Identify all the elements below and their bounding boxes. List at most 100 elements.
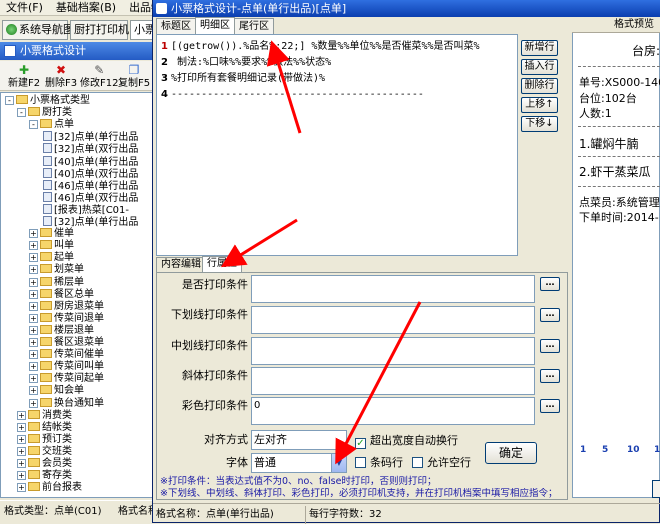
barcode-row-checkbox[interactable]: 条码行 [355,456,403,469]
tree-folder[interactable]: + 换台通知单 [29,397,104,410]
tree-folder[interactable]: + 消费类 [17,409,72,422]
tree-folder[interactable]: - 小票格式类型 [5,95,90,107]
tree-leaf[interactable]: [32]点单(单行出品 [43,131,138,143]
collapse-icon[interactable]: - [29,120,38,130]
tree-leaf[interactable]: [报表]热菜[C01- [43,203,129,216]
tree-folder[interactable]: + 前台报表 [17,482,82,494]
chevron-down-icon[interactable]: ▼ [331,454,346,472]
ok-button[interactable]: 确定 [485,442,537,464]
tree-leaf[interactable]: [46]点单(单行出品 [43,179,138,192]
tree-folder[interactable]: - 厨打类 [17,107,72,119]
menu-base-files[interactable]: 基础档案(B) [50,0,123,15]
tree-folder[interactable]: + 催单 [29,228,74,240]
expand-icon[interactable]: + [29,241,38,251]
move-up-button[interactable]: 上移↑ [521,97,558,113]
collapse-icon[interactable]: - [5,96,14,105]
tree-folder[interactable]: + 结帐类 [17,421,72,434]
expand-icon[interactable]: + [29,301,38,311]
print-condition-input[interactable] [251,275,535,303]
print-condition-more-button[interactable]: … [540,277,560,291]
editor-line[interactable]: 4 ---------------------------------------… [161,87,516,103]
tree-folder[interactable]: + 楼层退单 [29,324,94,337]
new-button[interactable]: ✚ 新建F2 [8,63,40,89]
tree-leaf[interactable]: [32]点单(双行出品 [43,143,138,155]
expand-icon[interactable]: + [17,446,26,456]
tab-row-properties[interactable]: 行属性 [202,256,242,273]
allow-empty-row-checkbox[interactable]: 允许空行 [412,456,471,469]
insert-row-button[interactable]: 插入行 [521,59,558,75]
expand-icon[interactable]: + [17,410,26,420]
color-condition-input[interactable]: 0 [251,397,535,425]
tab-content-edit[interactable]: 内容编辑 [156,257,206,273]
tree-folder[interactable]: + 叫单 [29,240,74,252]
add-row-button[interactable]: 新增行 [521,40,558,56]
expand-icon[interactable]: + [29,398,38,408]
tab-header-area[interactable]: 标题区 [156,18,196,35]
align-select[interactable]: 左对齐 [251,430,347,450]
delete-row-button[interactable]: 删除行 [521,78,558,94]
tree-folder[interactable]: + 传菜间催单 [29,349,104,361]
tree-folder[interactable]: + 起单 [29,252,74,264]
expand-icon[interactable]: + [29,265,38,275]
strikethrough-condition-more-button[interactable]: … [540,339,560,353]
tree-folder[interactable]: + 知会单 [29,385,84,397]
tree-folder[interactable]: + 交班类 [17,445,72,458]
tab-kitchen-printer[interactable]: 厨打打印机 [70,20,129,40]
strikethrough-condition-input[interactable] [251,337,535,365]
tree-folder[interactable]: + 餐区总单 [29,288,94,301]
expand-icon[interactable]: + [29,253,38,263]
expand-icon[interactable]: + [29,386,38,396]
tree-folder[interactable]: + 传菜间叫单 [29,361,104,373]
editor-line[interactable]: 3 %打印所有套餐明细记录(带做法)% [161,71,516,87]
tree-folder[interactable]: + 稀层单 [29,276,84,289]
italic-condition-more-button[interactable]: … [540,369,560,383]
font-select[interactable]: 普通 ▼ [251,453,347,473]
delete-button[interactable]: ✖ 删除F3 [45,63,77,89]
expand-icon[interactable]: + [29,313,38,323]
underline-condition-input[interactable] [251,306,535,334]
tree-leaf[interactable]: [40]点单(双行出品 [43,167,138,180]
tree-folder[interactable]: + 预订类 [17,433,72,446]
tree-leaf[interactable]: [46]点单(双行出品 [43,191,138,204]
editor-line[interactable]: 1 [(getrow()).%品名%;22;] %数量%%单位%%是否催菜%%是否… [161,39,516,55]
edit-button[interactable]: ✎ 修改F12 [80,63,118,89]
tree-folder[interactable]: + 划菜单 [29,264,84,276]
expand-icon[interactable]: + [29,338,38,347]
tree-leaf[interactable]: [40]点单(单行出品 [43,155,138,168]
tree-folder[interactable]: + 会员类 [17,458,72,470]
tab-detail-area[interactable]: 明细区 [195,17,235,35]
expand-icon[interactable]: + [29,325,38,335]
expand-icon[interactable]: + [29,277,38,287]
tab-footer-area[interactable]: 尾行区 [234,18,274,35]
menu-file[interactable]: 文件(F) [0,0,50,15]
expand-icon[interactable]: + [17,459,26,468]
tree-folder[interactable]: + 传菜间退单 [29,312,104,325]
tree-folder[interactable]: + 餐区退菜单 [29,337,104,349]
tree-folder[interactable]: + 厨房退菜单 [29,300,104,313]
tree-folder[interactable]: - 点单 [29,119,74,131]
tab-system-nav[interactable]: 系统导航图 [2,20,74,40]
expand-icon[interactable]: + [17,483,26,493]
expand-icon[interactable]: + [17,471,26,481]
preview-scroll-button[interactable] [652,480,660,498]
collapse-icon[interactable]: - [17,108,26,118]
tree-folder[interactable]: + 传菜间起单 [29,373,104,385]
tree-leaf[interactable]: [32]点单(单行出品 [43,216,138,228]
color-condition-more-button[interactable]: … [540,399,560,413]
expand-icon[interactable]: + [29,289,38,299]
auto-wrap-checkbox[interactable]: ✓ 超出宽度自动换行 [355,434,458,449]
underline-condition-more-button[interactable]: … [540,308,560,322]
italic-condition-input[interactable] [251,367,535,395]
editor-line[interactable]: 2 制法:%口味%%要求%%做法%%状态% [161,55,516,71]
expand-icon[interactable]: + [29,362,38,372]
expand-icon[interactable]: + [17,434,26,444]
expand-icon[interactable]: + [29,350,38,360]
tree-folder[interactable]: + 寄存类 [17,470,72,482]
format-type-tree[interactable]: - 小票格式类型 - 厨打类 - 点单 [32]点单(单行出品 [32]点单(双行出品 [40]… [0,92,155,498]
copy-button[interactable]: ❐ 复制F5 [118,63,150,89]
expand-icon[interactable]: + [29,229,38,239]
expand-icon[interactable]: + [29,374,38,384]
detail-editor[interactable]: 1 [(getrow()).%品名%;22;] %数量%%单位%%是否催菜%%是否… [156,34,518,256]
expand-icon[interactable]: + [17,422,26,432]
move-down-button[interactable]: 下移↓ [521,116,558,132]
